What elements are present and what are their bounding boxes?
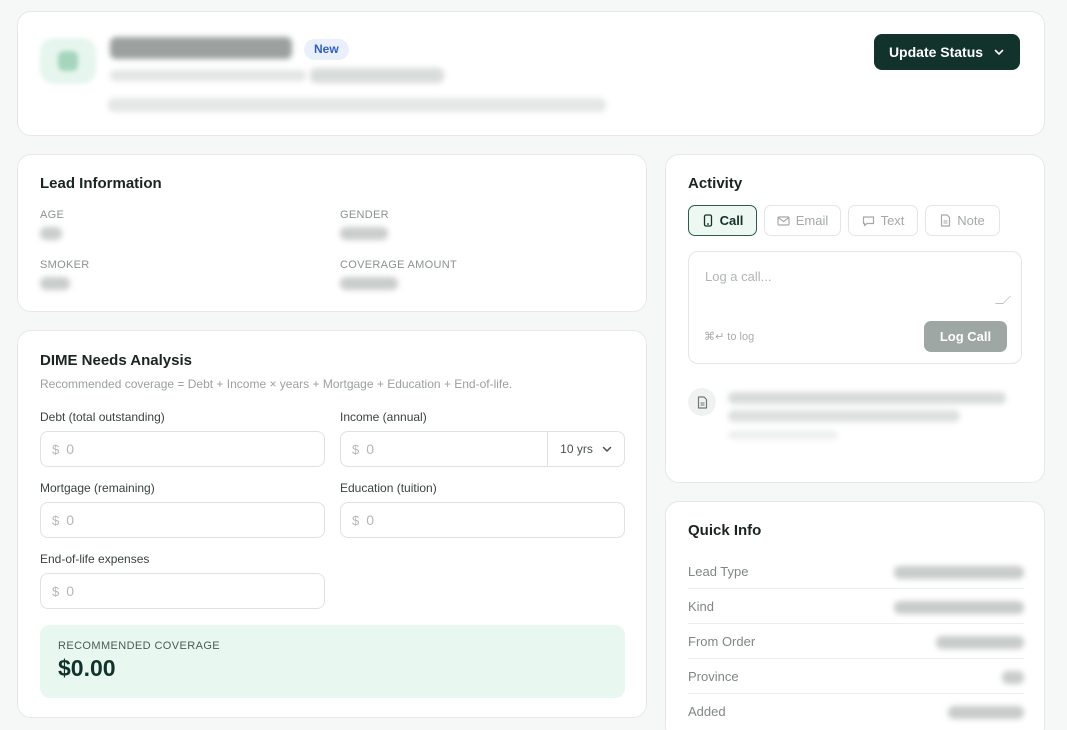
- gender-value-redacted: [340, 227, 388, 240]
- income-placeholder: 0: [366, 441, 375, 457]
- province-value-redacted: [1002, 671, 1024, 684]
- activity-card: Activity Call Email Text Note Log a call…: [665, 154, 1045, 483]
- recommended-coverage-box: RECOMMENDED COVERAGE $0.00: [40, 625, 625, 698]
- tab-text-label: Text: [880, 213, 905, 228]
- end-of-life-label: End-of-life expenses: [40, 552, 150, 566]
- composer-shortcut-hint: ⌘↵ to log: [704, 331, 755, 343]
- smoker-label: SMOKER: [40, 259, 90, 271]
- kind-value-redacted: [894, 601, 1024, 614]
- quick-info-title: Quick Info: [688, 522, 762, 539]
- province-label: Province: [688, 669, 739, 684]
- currency-symbol: $: [352, 441, 360, 457]
- resize-handle-icon[interactable]: [995, 296, 1011, 304]
- tab-note-label: Note: [957, 213, 985, 228]
- debt-placeholder: 0: [66, 441, 75, 457]
- education-input[interactable]: $ 0: [340, 502, 625, 538]
- activity-composer[interactable]: Log a call... ⌘↵ to log Log Call: [688, 251, 1022, 364]
- age-label: AGE: [40, 209, 65, 221]
- smoker-value-redacted: [40, 277, 70, 290]
- quick-info-row: Lead Type: [688, 554, 1024, 589]
- lead-meta-tag-redacted: [310, 68, 444, 83]
- note-icon: [941, 214, 951, 227]
- dime-analysis-card: DIME Needs Analysis Recommended coverage…: [17, 330, 647, 718]
- tab-email-label: Email: [795, 213, 829, 228]
- mortgage-label: Mortgage (remaining): [40, 481, 155, 495]
- lead-information-title: Lead Information: [40, 175, 162, 192]
- tab-note[interactable]: Note: [925, 205, 1000, 236]
- tab-call-label: Call: [719, 213, 744, 228]
- education-placeholder: 0: [366, 512, 375, 528]
- quick-info-row: From Order: [688, 624, 1024, 659]
- status-badge: New: [304, 39, 349, 60]
- lead-type-value-redacted: [894, 566, 1024, 579]
- lead-information-card: Lead Information AGE GENDER SMOKER COVER…: [17, 154, 647, 312]
- phone-icon: [703, 214, 712, 227]
- mortgage-input[interactable]: $ 0: [40, 502, 325, 538]
- update-status-button[interactable]: Update Status: [874, 34, 1020, 70]
- education-label: Education (tuition): [340, 481, 437, 495]
- quick-info-row: Added: [688, 694, 1024, 729]
- recommended-coverage-value: $0.00: [58, 655, 116, 681]
- mortgage-placeholder: 0: [66, 512, 75, 528]
- currency-symbol: $: [52, 512, 60, 528]
- income-years-select[interactable]: 10 yrs: [547, 431, 625, 467]
- chevron-down-icon: [602, 446, 612, 452]
- activity-title: Activity: [688, 175, 743, 192]
- avatar: [40, 38, 96, 84]
- from-order-label: From Order: [688, 634, 756, 649]
- kind-label: Kind: [688, 599, 715, 614]
- gender-label: GENDER: [340, 209, 389, 221]
- lead-type-label: Lead Type: [688, 564, 749, 579]
- lead-meta-redacted: [110, 70, 306, 81]
- from-order-value-redacted: [936, 636, 1024, 649]
- currency-symbol: $: [52, 441, 60, 457]
- coverage-amount-label: COVERAGE AMOUNT: [340, 259, 457, 271]
- dime-title: DIME Needs Analysis: [40, 352, 192, 369]
- quick-info-row: Province: [688, 659, 1024, 694]
- activity-entry-text-redacted: [728, 410, 960, 422]
- coverage-amount-value-redacted: [340, 277, 398, 290]
- mail-icon: [777, 215, 790, 226]
- quick-info-row: Kind: [688, 589, 1024, 624]
- debt-label: Debt (total outstanding): [40, 410, 165, 424]
- tab-text[interactable]: Text: [848, 205, 918, 236]
- update-status-label: Update Status: [888, 44, 984, 60]
- lead-contact-redacted: [108, 98, 606, 112]
- chevron-down-icon: [994, 49, 1004, 55]
- end-of-life-input[interactable]: $ 0: [40, 573, 325, 609]
- dime-subtitle: Recommended coverage = Debt + Income × y…: [40, 377, 513, 391]
- quick-info-card: Quick Info Lead Type Kind From Order Pro…: [665, 501, 1045, 730]
- composer-placeholder: Log a call...: [705, 269, 772, 284]
- log-call-button[interactable]: Log Call: [924, 321, 1007, 352]
- lead-header-card: New Update Status: [17, 11, 1045, 136]
- activity-entry-icon: [688, 388, 716, 416]
- income-label: Income (annual): [340, 410, 427, 424]
- currency-symbol: $: [352, 512, 360, 528]
- recommended-coverage-label: RECOMMENDED COVERAGE: [58, 640, 221, 652]
- end-of-life-placeholder: 0: [66, 583, 75, 599]
- document-icon: [697, 395, 707, 409]
- age-value-redacted: [40, 227, 62, 240]
- debt-input[interactable]: $ 0: [40, 431, 325, 467]
- message-icon: [862, 215, 874, 226]
- tab-email[interactable]: Email: [764, 205, 841, 236]
- activity-entry-time-redacted: [728, 431, 838, 439]
- years-value: 10 yrs: [560, 442, 593, 456]
- added-value-redacted: [948, 706, 1024, 719]
- tab-call[interactable]: Call: [688, 205, 757, 236]
- lead-name-redacted: [110, 37, 292, 59]
- currency-symbol: $: [52, 583, 60, 599]
- activity-entry-text-redacted: [728, 392, 1006, 404]
- added-label: Added: [688, 704, 726, 719]
